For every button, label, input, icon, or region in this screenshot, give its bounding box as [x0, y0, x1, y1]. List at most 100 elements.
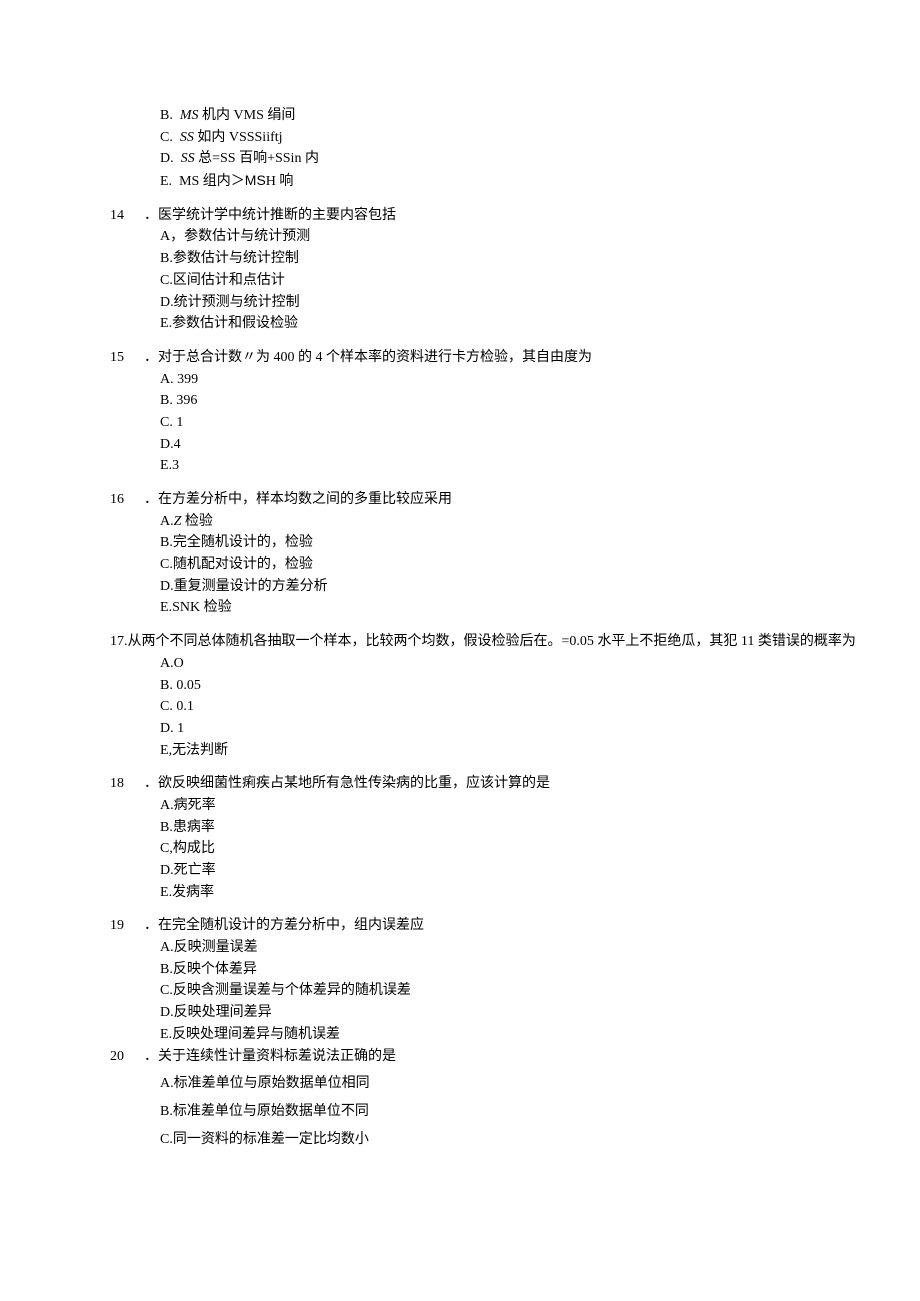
question-stem: 19．在完全随机设计的方差分析中，组内误差应	[110, 915, 860, 937]
option: E.参数估计和假设检验	[160, 313, 860, 335]
option: B. 0.05	[160, 675, 860, 697]
option: D.死亡率	[160, 860, 860, 882]
option-label: B	[160, 535, 169, 550]
option: E.SNK 检验	[160, 597, 860, 619]
option-text: 患病率	[173, 820, 215, 835]
option-text: 标准差单位与原始数据单位不同	[173, 1104, 369, 1119]
option-label: E	[160, 458, 169, 473]
option-text: 构成比	[173, 841, 215, 856]
option: C.同一资料的标准差一定比均数小	[160, 1129, 860, 1151]
option: E.反映处理间差异与随机误差	[160, 1024, 860, 1046]
option-label: A.	[160, 372, 174, 387]
question-stem: 20．关于连续性计量资料标差说法正确的是	[110, 1046, 860, 1068]
option-label: E	[160, 600, 169, 615]
option-label: C	[160, 1132, 169, 1147]
option-text: 同一资料的标准差一定比均数小	[173, 1132, 369, 1147]
option-text: 无法判断	[172, 743, 228, 758]
option-label: C.	[160, 130, 173, 145]
question-text: ．在方差分析中，样本均数之间的多重比较应采用	[144, 489, 452, 511]
option: B.标准差单位与原始数据单位不同	[160, 1101, 860, 1123]
questions-container: 14．医学统计学中统计推断的主要内容包括A，参数估计与统计预测B.参数估计与统计…	[110, 205, 860, 1151]
question: 16．在方差分析中，样本均数之间的多重比较应采用A.Z 检验B.完全随机设计的，…	[110, 489, 860, 619]
option-label: B	[160, 1104, 169, 1119]
option-text: 发病率	[172, 885, 214, 900]
option: B.反映个体差异	[160, 959, 860, 981]
option-text: 完全随机设计的，检验	[173, 535, 313, 550]
option-label: C	[160, 273, 169, 288]
option-text: 随机配对设计的，检验	[173, 557, 313, 572]
pre-option: E. MS 组内＞MSH 响	[160, 170, 860, 193]
option-label: E	[160, 316, 169, 331]
option-text: 区间估计和点估计	[173, 273, 285, 288]
option-label: E	[160, 885, 169, 900]
option-label: C	[160, 983, 169, 998]
option: C. 1	[160, 412, 860, 434]
option-label: A	[160, 798, 170, 813]
option-label: A	[160, 229, 170, 244]
option-text: 重复测量设计的方差分析	[174, 579, 328, 594]
question: 14．医学统计学中统计推断的主要内容包括A，参数估计与统计预测B.参数估计与统计…	[110, 205, 860, 335]
option-text: 0.1	[176, 699, 194, 714]
question-text: ．医学统计学中统计推断的主要内容包括	[144, 205, 396, 227]
option: B.患病率	[160, 817, 860, 839]
option-text: 3	[172, 458, 179, 473]
option-text: 1	[176, 415, 183, 430]
option: A.病死率	[160, 795, 860, 817]
option-label: D	[160, 437, 170, 452]
question-number: 16	[110, 489, 144, 511]
option: B.参数估计与统计控制	[160, 248, 860, 270]
option-label: D	[160, 1005, 170, 1020]
pre-option: C. SS 如内 VSSSiiftj	[160, 127, 860, 149]
pre-option: B. MS 机内 VMS 绢间	[160, 105, 860, 127]
option-text: 0.05	[176, 678, 201, 693]
question-number: 18	[110, 773, 144, 795]
option-label: D.	[160, 721, 174, 736]
option-text: 反映个体差异	[173, 962, 257, 977]
option-label: E	[160, 743, 169, 758]
option-text: 标准差单位与原始数据单位相同	[174, 1076, 370, 1091]
question-number: 14	[110, 205, 144, 227]
option: A.反映测量误差	[160, 937, 860, 959]
option-text: 反映处理间差异	[174, 1005, 272, 1020]
option: C,构成比	[160, 838, 860, 860]
option-text: 参数估计与统计预测	[184, 229, 310, 244]
option: D.统计预测与统计控制	[160, 292, 860, 314]
option-text: 统计预测与统计控制	[174, 295, 300, 310]
question-stem: 14．医学统计学中统计推断的主要内容包括	[110, 205, 860, 227]
question-text: ．在完全随机设计的方差分析中，组内误差应	[144, 915, 424, 937]
question-stem: 15．对于总合计数〃为 400 的 4 个样本率的资料进行卡方检验，其自由度为	[110, 347, 860, 369]
pre-options-block: B. MS 机内 VMS 绢间C. SS 如内 VSSSiiftjD. SS 总…	[110, 105, 860, 193]
option: A. 399	[160, 369, 860, 391]
option-text: 1	[177, 721, 184, 736]
option: A.Z 检验	[160, 511, 860, 533]
option-label: D	[160, 579, 170, 594]
option-label: E.	[160, 174, 172, 189]
option-label: D	[160, 863, 170, 878]
question-stem: 17.从两个不同总体随机各抽取一个样本，比较两个均数，假设检验后在。=0.05 …	[110, 631, 860, 653]
option-label: D	[160, 295, 170, 310]
option: D. 1	[160, 718, 860, 740]
question: 20．关于连续性计量资料标差说法正确的是A.标准差单位与原始数据单位相同B.标准…	[110, 1046, 860, 1151]
option-label: B.	[160, 393, 173, 408]
option-label: A	[160, 514, 170, 529]
question: 15．对于总合计数〃为 400 的 4 个样本率的资料进行卡方检验，其自由度为A…	[110, 347, 860, 477]
option: C.反映含测量误差与个体差异的随机误差	[160, 980, 860, 1002]
option: E.发病率	[160, 882, 860, 904]
option: B. 396	[160, 390, 860, 412]
option-text: 4	[174, 437, 181, 452]
option-text: O	[174, 656, 184, 671]
question-text: ．欲反映细菌性痢疾占某地所有急性传染病的比重，应该计算的是	[144, 773, 550, 795]
question-text: ．关于连续性计量资料标差说法正确的是	[144, 1046, 396, 1068]
option: A.O	[160, 653, 860, 675]
option: C.区间估计和点估计	[160, 270, 860, 292]
option-text: SNK 检验	[172, 600, 232, 615]
option-label: A	[160, 940, 170, 955]
option-text: 396	[176, 393, 197, 408]
option-label: E	[160, 1027, 169, 1042]
option-label: C	[160, 557, 169, 572]
option-text: 反映处理间差异与随机误差	[172, 1027, 340, 1042]
option: C.随机配对设计的，检验	[160, 554, 860, 576]
option-label: B.	[160, 678, 173, 693]
option: A，参数估计与统计预测	[160, 226, 860, 248]
option: D.4	[160, 434, 860, 456]
